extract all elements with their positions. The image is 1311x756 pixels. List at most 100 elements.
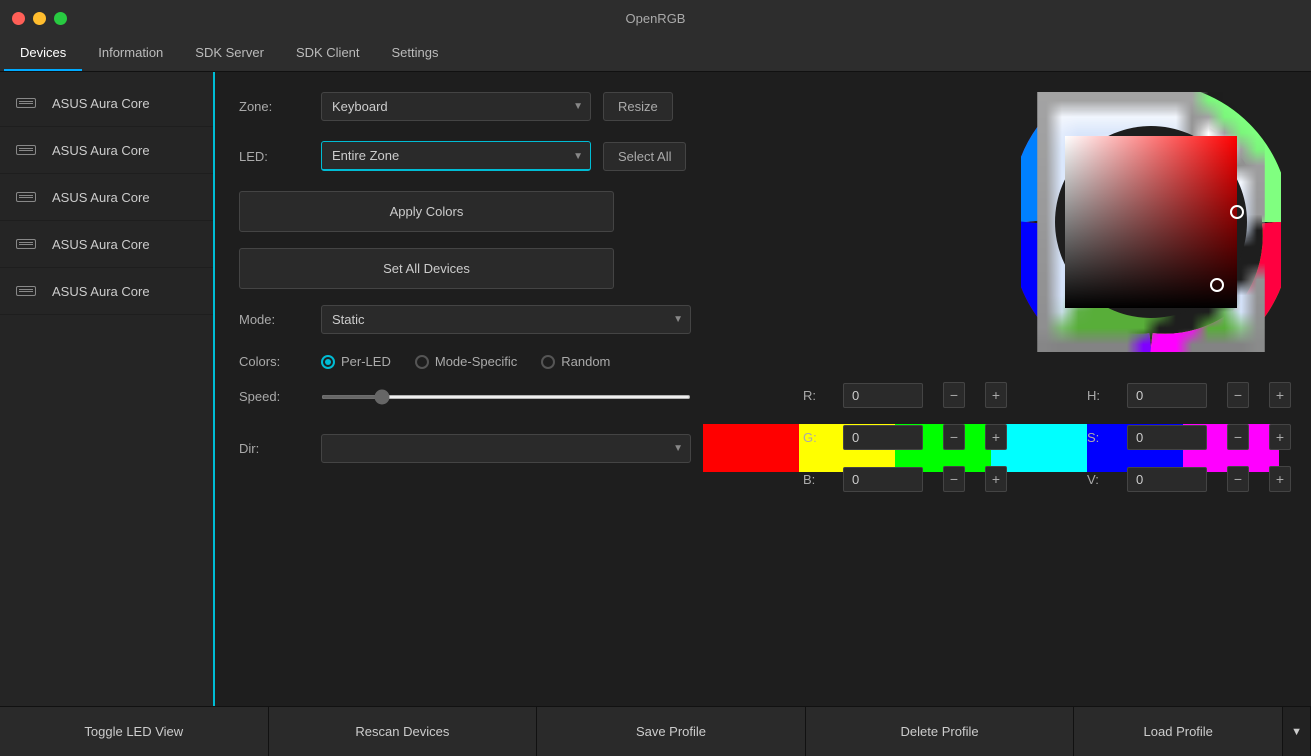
titlebar: OpenRGB [0,0,1311,36]
close-button[interactable] [12,12,25,25]
v-input[interactable] [1127,467,1207,492]
led-select[interactable]: Entire Zone [321,141,591,171]
h-input[interactable] [1127,383,1207,408]
sidebar-item-3[interactable]: ASUS Aura Core [0,174,213,221]
speed-label: Speed: [239,389,309,404]
h-minus-btn[interactable]: − [1227,382,1249,408]
set-all-devices-button[interactable]: Set All Devices [239,248,614,289]
radio-random[interactable]: Random [541,354,610,369]
per-led-radio-circle [321,355,335,369]
maximize-button[interactable] [54,12,67,25]
main-container: ASUS Aura Core ASUS Aura Core ASUS Aura … [0,72,1311,706]
color-wheel-container [1021,92,1281,352]
b-v-row: B: − + V: − + [803,466,1291,492]
g-s-row: G: − + S: − + [803,424,1291,450]
r-plus-btn[interactable]: + [985,382,1007,408]
speed-slider[interactable] [321,395,691,399]
load-profile-wrapper: Load Profile ▼ [1074,707,1311,756]
r-input[interactable] [843,383,923,408]
s-minus-btn[interactable]: − [1227,424,1249,450]
keyboard-icon-4 [16,235,40,253]
sidebar-item-label-4: ASUS Aura Core [52,237,150,252]
zone-select-wrapper: Keyboard ▼ [321,92,591,121]
b-input[interactable] [843,467,923,492]
colors-row: Colors: Per-LED Mode-Specific Random [239,354,1287,369]
color-wheel-area [1021,92,1281,352]
colors-label: Colors: [239,354,309,369]
b-plus-btn[interactable]: + [985,466,1007,492]
radio-per-led[interactable]: Per-LED [321,354,391,369]
sidebar-item-5[interactable]: ASUS Aura Core [0,268,213,315]
keyboard-icon-5 [16,282,40,300]
app-title: OpenRGB [626,11,686,26]
r-label: R: [803,388,823,403]
mode-specific-label: Mode-Specific [435,354,517,369]
tab-sdk-server[interactable]: SDK Server [179,36,280,71]
toggle-led-button[interactable]: Toggle LED View [0,707,269,756]
sidebar-item-1[interactable]: ASUS Aura Core [0,80,213,127]
mode-select[interactable]: Static [321,305,691,334]
g-label: G: [803,430,823,445]
r-h-row: R: − + H: − + [803,382,1291,408]
tab-devices[interactable]: Devices [4,36,82,71]
s-plus-btn[interactable]: + [1269,424,1291,450]
v-label: V: [1087,472,1107,487]
h-label: H: [1087,388,1107,403]
per-led-label: Per-LED [341,354,391,369]
random-radio-circle [541,355,555,369]
color-wheel-svg[interactable] [1021,92,1281,352]
mode-select-wrapper: Static ▼ [321,305,691,334]
sidebar: ASUS Aura Core ASUS Aura Core ASUS Aura … [0,72,215,706]
random-label: Random [561,354,610,369]
g-plus-btn[interactable]: + [985,424,1007,450]
v-plus-btn[interactable]: + [1269,466,1291,492]
dir-label: Dir: [239,441,309,456]
window-controls [12,12,67,25]
sidebar-item-label-1: ASUS Aura Core [52,96,150,111]
rescan-devices-button[interactable]: Rescan Devices [269,707,538,756]
dir-select[interactable] [321,434,691,463]
sidebar-item-label-5: ASUS Aura Core [52,284,150,299]
dir-select-wrapper: ▼ [321,434,691,463]
keyboard-icon-2 [16,141,40,159]
radio-mode-specific[interactable]: Mode-Specific [415,354,517,369]
s-label: S: [1087,430,1107,445]
save-profile-button[interactable]: Save Profile [537,707,806,756]
tab-information[interactable]: Information [82,36,179,71]
colors-radio-group: Per-LED Mode-Specific Random [321,354,610,369]
keyboard-icon-3 [16,188,40,206]
sidebar-item-4[interactable]: ASUS Aura Core [0,221,213,268]
bottom-bar: Toggle LED View Rescan Devices Save Prof… [0,706,1311,756]
r-minus-btn[interactable]: − [943,382,965,408]
resize-button[interactable]: Resize [603,92,673,121]
swatch-red[interactable] [703,424,799,472]
s-input[interactable] [1127,425,1207,450]
tab-settings[interactable]: Settings [376,36,455,71]
select-all-button[interactable]: Select All [603,142,686,171]
menu-bar: Devices Information SDK Server SDK Clien… [0,36,1311,72]
h-plus-btn[interactable]: + [1269,382,1291,408]
mode-specific-radio-circle [415,355,429,369]
apply-colors-button[interactable]: Apply Colors [239,191,614,232]
rgb-hsv-controls: R: − + H: − + G: − + S: − + [803,382,1291,500]
zone-select[interactable]: Keyboard [321,92,591,121]
g-input[interactable] [843,425,923,450]
zone-label: Zone: [239,99,309,114]
led-label: LED: [239,149,309,164]
v-minus-btn[interactable]: − [1227,466,1249,492]
delete-profile-button[interactable]: Delete Profile [806,707,1075,756]
tab-sdk-client[interactable]: SDK Client [280,36,376,71]
load-profile-dropdown-btn[interactable]: ▼ [1282,707,1310,756]
keyboard-icon [16,94,40,112]
minimize-button[interactable] [33,12,46,25]
content-area: R: − + H: − + G: − + S: − + [215,72,1311,706]
b-label: B: [803,472,823,487]
sidebar-item-label-2: ASUS Aura Core [52,143,150,158]
load-profile-button[interactable]: Load Profile [1074,707,1282,756]
b-minus-btn[interactable]: − [943,466,965,492]
sidebar-item-2[interactable]: ASUS Aura Core [0,127,213,174]
sidebar-item-label-3: ASUS Aura Core [52,190,150,205]
mode-label: Mode: [239,312,309,327]
g-minus-btn[interactable]: − [943,424,965,450]
led-select-wrapper: Entire Zone ▼ [321,141,591,171]
